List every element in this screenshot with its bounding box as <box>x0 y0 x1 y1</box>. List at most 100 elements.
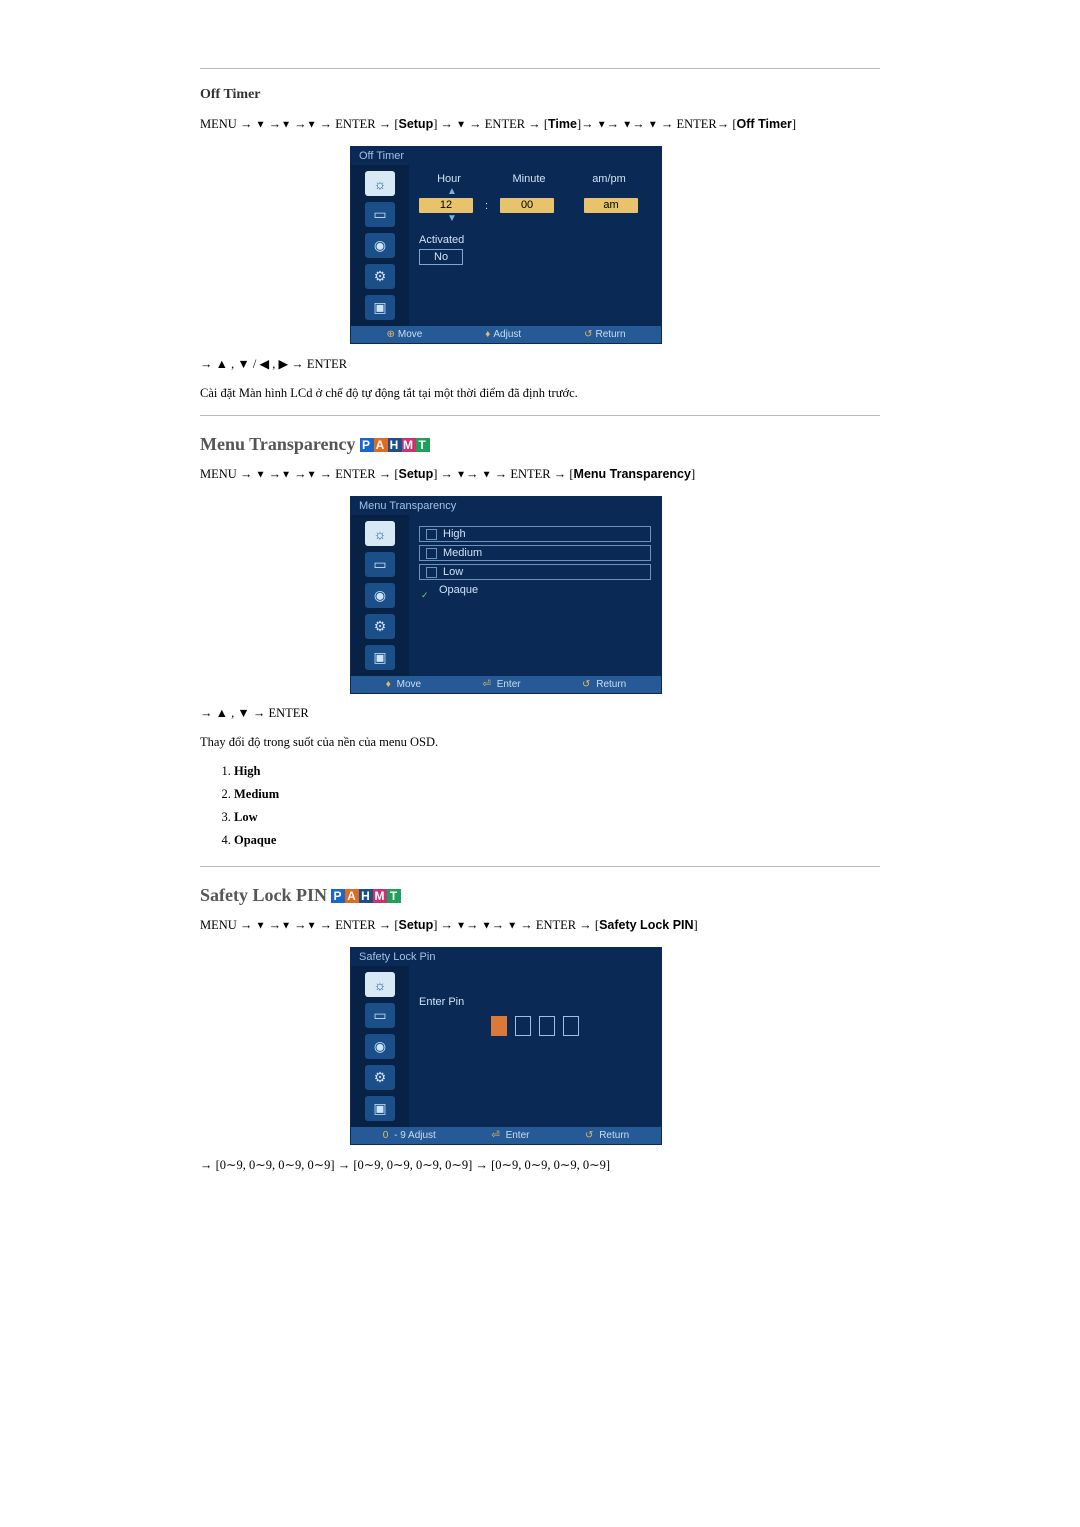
down-triangle-icon: ▼ <box>482 470 492 481</box>
footer-enter: Enter <box>506 1130 530 1141</box>
pin-boxes <box>419 1016 651 1036</box>
down-triangle-icon: ▼ <box>307 921 317 932</box>
footer-enter: Enter <box>497 679 521 690</box>
picture-mode-icon[interactable]: ☼ <box>365 521 395 546</box>
osd-footer: ♦ Move ⏎ Enter ↺ Return <box>351 676 661 693</box>
time-labels: Hour Minute am/pm <box>419 173 651 185</box>
return-icon: ↺ <box>584 329 592 340</box>
down-triangle-icon: ▼ <box>507 921 517 932</box>
footer-move: Move <box>398 329 422 340</box>
m-badge: M <box>373 889 387 903</box>
nav-path-menu-transparency: MENU → ▼ →▼ →▼ → ENTER → [Setup] → ▼→ ▼ … <box>200 467 880 482</box>
osd-footer: ⊕Move ♦Adjust ↺Return <box>351 326 661 343</box>
channel-icon[interactable]: ◉ <box>365 583 395 608</box>
arrow-down-icon: ▼ <box>419 214 651 224</box>
down-triangle-icon: ▼ <box>456 470 466 481</box>
enter-pin-label: Enter Pin <box>419 996 651 1008</box>
path-enter: ENTER <box>510 467 550 481</box>
path-enter: ENTER <box>335 918 375 932</box>
osd-sidebar: ☼ ▭ ◉ ⚙ ▣ <box>351 966 409 1127</box>
gear-icon[interactable]: ⚙ <box>365 1065 395 1090</box>
transparency-options: High Medium Low Opaque <box>419 526 651 608</box>
option-opaque[interactable]: Opaque <box>419 583 651 597</box>
adjust-text: 9 Adjust <box>400 1130 436 1141</box>
h-badge: H <box>359 889 373 903</box>
document-page: Off Timer MENU → ▼ →▼ →▼ → ENTER → [Setu… <box>100 0 980 1225</box>
nav-keys-off-timer: → ▲ , ▼ / ◀ , ▶ → ENTER <box>200 356 880 372</box>
list-item: Opaque <box>234 833 880 848</box>
pin-box-3[interactable] <box>539 1016 555 1036</box>
divider <box>200 415 880 416</box>
nav-keys-menu-transparency: → ▲ , ▼ → ENTER <box>200 706 880 721</box>
list-label: High <box>234 764 260 778</box>
osd-sidebar: ☼ ▭ ◉ ⚙ ▣ <box>351 165 409 326</box>
footer-return: Return <box>595 329 625 340</box>
picture-mode-icon[interactable]: ☼ <box>365 972 395 997</box>
return-icon: ↺ <box>582 679 590 690</box>
path-menu: MENU <box>200 467 237 481</box>
list-label: Medium <box>234 787 279 801</box>
channel-icon[interactable]: ◉ <box>365 1034 395 1059</box>
path-enter: ENTER <box>335 117 375 131</box>
down-triangle-icon: ▼ <box>648 120 658 131</box>
down-triangle-icon: ▼ <box>456 921 466 932</box>
list-label: Low <box>234 810 258 824</box>
arrow-up-icon: ▲ <box>419 187 651 197</box>
return-icon: ↺ <box>585 1130 593 1141</box>
down-triangle-icon: ▼ <box>307 470 317 481</box>
enter-icon: ⏎ <box>491 1130 499 1141</box>
colon: : <box>485 200 488 212</box>
nav-path-safety-lock: MENU → ▼ →▼ →▼ → ENTER → [Setup] → ▼→ ▼→… <box>200 918 880 933</box>
footer-return: Return <box>596 679 626 690</box>
p-badge: P <box>331 889 345 903</box>
minute-field[interactable]: 00 <box>500 198 554 213</box>
picture-mode-icon[interactable]: ☼ <box>365 171 395 196</box>
path-menu: MENU <box>200 117 237 131</box>
option-label: Low <box>443 566 463 578</box>
down-triangle-icon: ▼ <box>281 921 291 932</box>
osd-safety-lock: Safety Lock Pin ☼ ▭ ◉ ⚙ ▣ Enter Pin <box>350 947 662 1145</box>
pahmt-badge: PAHMT <box>331 889 401 903</box>
path-menu: MENU <box>200 918 237 932</box>
gear-icon[interactable]: ⚙ <box>365 614 395 639</box>
path-time: Time <box>548 117 577 131</box>
time-row: 12 : 00 am <box>419 198 651 213</box>
activated-value[interactable]: No <box>419 249 463 265</box>
input-icon[interactable]: ▣ <box>365 295 395 320</box>
sound-icon[interactable]: ▭ <box>365 202 395 227</box>
path-target: Menu Transparency <box>574 467 691 481</box>
pin-box-4[interactable] <box>563 1016 579 1036</box>
description-off-timer: Cài đặt Màn hình LCd ở chế độ tự động tắ… <box>200 386 880 401</box>
label-minute: Minute <box>499 173 559 185</box>
sound-icon[interactable]: ▭ <box>365 552 395 577</box>
title-text: Safety Lock PIN <box>200 885 327 906</box>
gear-icon[interactable]: ⚙ <box>365 264 395 289</box>
option-low[interactable]: Low <box>419 564 651 580</box>
channel-icon[interactable]: ◉ <box>365 233 395 258</box>
osd-menu-transparency: Menu Transparency ☼ ▭ ◉ ⚙ ▣ High Medium … <box>350 496 662 694</box>
down-triangle-icon: ▼ <box>307 120 317 131</box>
input-icon[interactable]: ▣ <box>365 645 395 670</box>
sound-icon[interactable]: ▭ <box>365 1003 395 1028</box>
ampm-field[interactable]: am <box>584 198 638 213</box>
input-icon[interactable]: ▣ <box>365 1096 395 1121</box>
osd-footer: 0 - 9 Adjust ⏎ Enter ↺ Return <box>351 1127 661 1144</box>
adjust-icon: ♦ <box>485 329 490 340</box>
a-badge: A <box>374 438 388 452</box>
down-triangle-icon: ▼ <box>256 470 266 481</box>
path-enter: ENTER <box>676 117 716 131</box>
pin-box-1[interactable] <box>491 1016 507 1036</box>
option-high[interactable]: High <box>419 526 651 542</box>
osd-title: Off Timer <box>351 147 661 165</box>
list-label: Opaque <box>234 833 276 847</box>
path-target: Safety Lock PIN <box>599 918 693 932</box>
list-item: Medium <box>234 787 880 802</box>
section-title-menu-transparency: Menu Transparency PAHMT <box>200 434 880 455</box>
hour-field[interactable]: 12 <box>419 198 473 213</box>
option-medium[interactable]: Medium <box>419 545 651 561</box>
down-triangle-icon: ▼ <box>256 921 266 932</box>
section-title-off-timer: Off Timer <box>200 87 880 103</box>
divider <box>200 866 880 867</box>
pin-box-2[interactable] <box>515 1016 531 1036</box>
osd-sidebar: ☼ ▭ ◉ ⚙ ▣ <box>351 515 409 676</box>
